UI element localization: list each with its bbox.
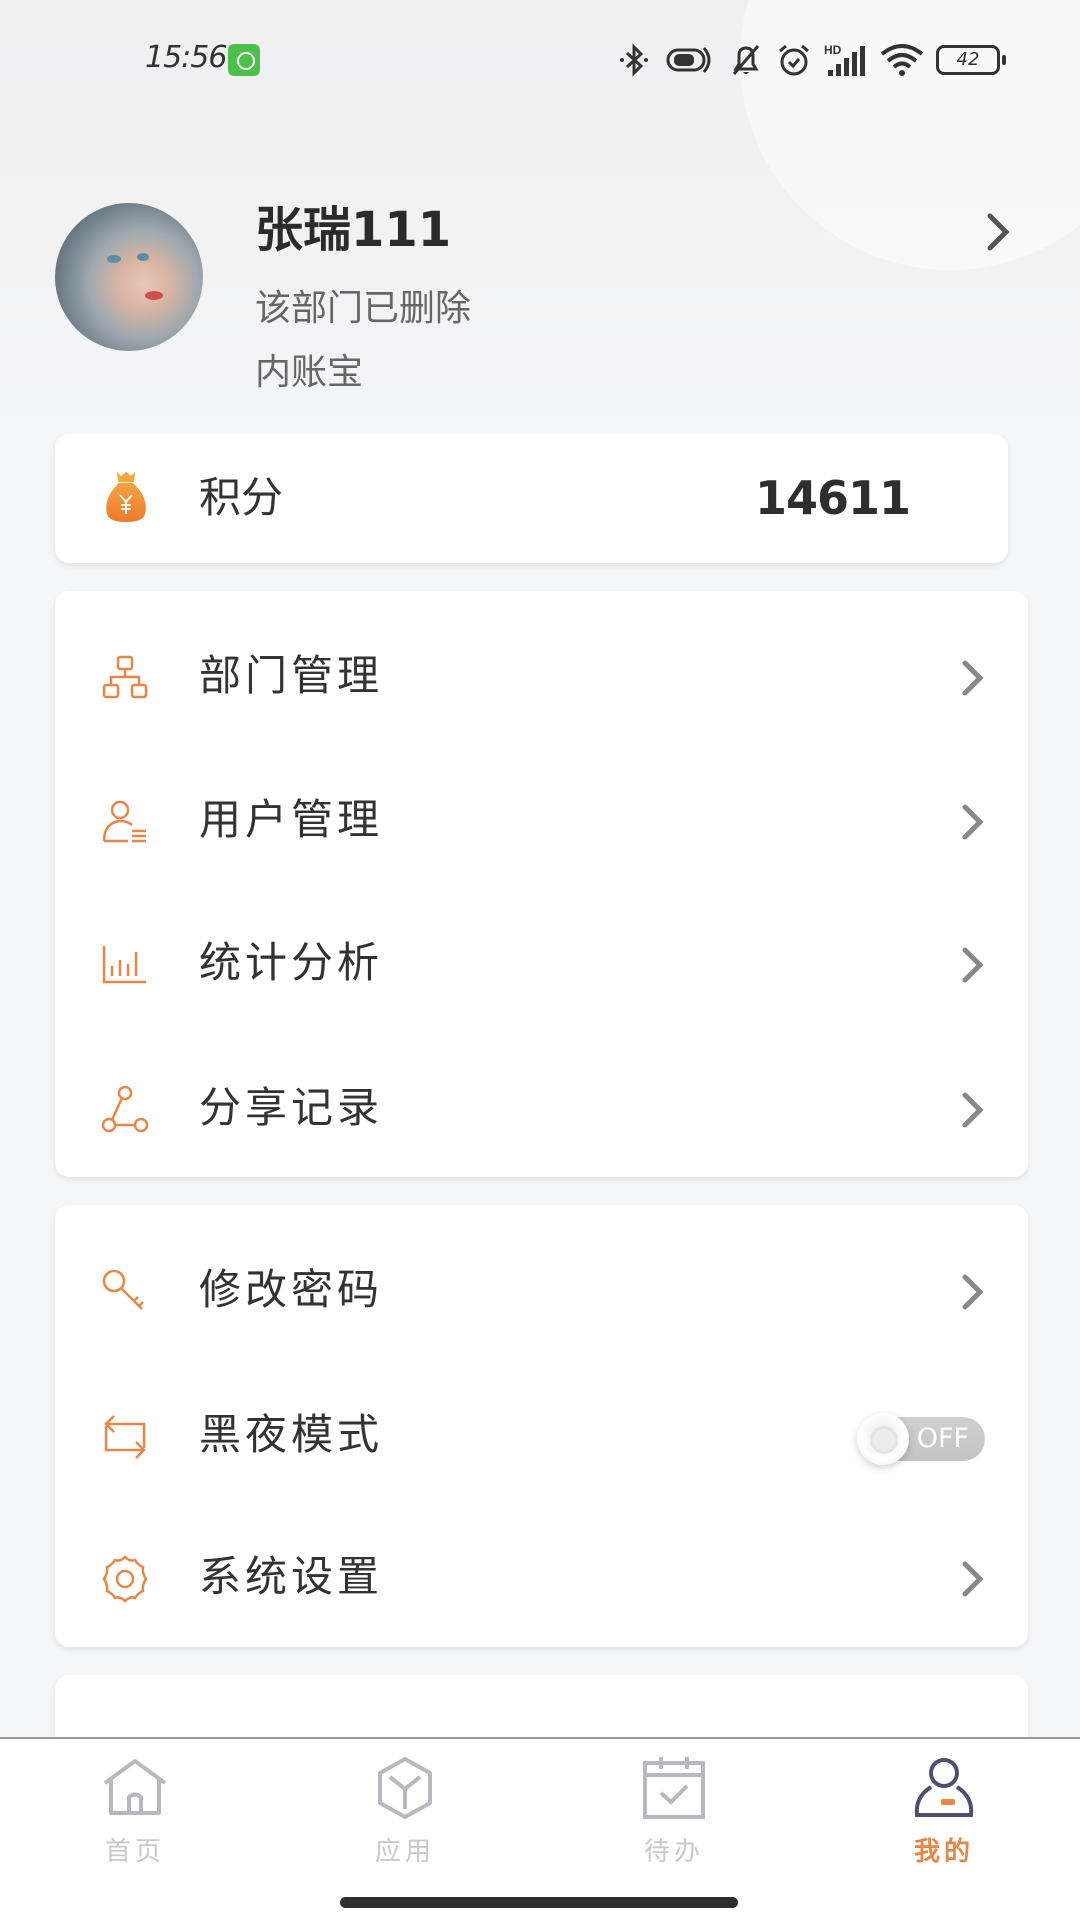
apps-icon xyxy=(378,1757,432,1819)
menu-label: 分享记录 xyxy=(199,1083,384,1132)
tab-apps[interactable]: 应用 xyxy=(305,1739,505,1879)
key-icon xyxy=(102,1269,144,1310)
chevron-right-icon xyxy=(962,804,984,840)
management-menu: 部门管理 用户管理 统计分析 分享记录 xyxy=(55,591,1028,1177)
menu-item-dark-mode: 黑夜模式 OFF xyxy=(55,1375,1028,1495)
tab-mine[interactable]: 我的 xyxy=(844,1739,1044,1879)
points-value: 14611 xyxy=(755,471,911,525)
tab-home[interactable]: 首页 xyxy=(35,1739,235,1879)
menu-label: 用户管理 xyxy=(199,795,384,844)
battery-icon: 42 xyxy=(936,45,1006,75)
tab-label: 首页 xyxy=(104,1837,165,1867)
mute-icon xyxy=(732,45,760,75)
home-icon xyxy=(103,1759,167,1815)
status-bar: 15:56 HD 42 xyxy=(0,30,1080,90)
menu-item-statistics[interactable]: 统计分析 xyxy=(55,903,1028,1023)
svg-text:HD: HD xyxy=(824,43,842,57)
home-indicator[interactable] xyxy=(340,1897,738,1908)
settings-menu: 修改密码 黑夜模式 OFF 系统设置 xyxy=(55,1205,1028,1647)
user-company: 内账宝 xyxy=(255,352,364,393)
battery-level: 42 xyxy=(956,49,980,70)
profile-header[interactable]: 张瑞111 该部门已删除 内账宝 xyxy=(0,200,1080,400)
bar-chart-icon xyxy=(102,946,146,984)
menu-label: 修改密码 xyxy=(199,1265,384,1314)
chevron-right-icon xyxy=(962,660,984,696)
user-icon xyxy=(914,1758,974,1817)
chevron-right-icon xyxy=(962,947,984,983)
menu-item-department-management[interactable]: 部门管理 xyxy=(55,616,1028,736)
money-bag-icon xyxy=(106,472,146,522)
switch-icon xyxy=(104,1415,146,1459)
toggle-state: OFF xyxy=(916,1423,969,1454)
share-icon xyxy=(101,1085,149,1133)
menu-item-share-records[interactable]: 分享记录 xyxy=(55,1048,1028,1168)
chevron-right-icon[interactable] xyxy=(980,212,1016,252)
signal-icon: HD xyxy=(824,43,865,76)
menu-item-user-management[interactable]: 用户管理 xyxy=(55,760,1028,880)
alarm-icon xyxy=(779,44,809,76)
user-name: 张瑞111 xyxy=(255,202,452,258)
calendar-check-icon xyxy=(643,1757,705,1819)
bluetooth-icon xyxy=(620,43,648,77)
dark-mode-toggle[interactable]: OFF xyxy=(857,1413,985,1465)
menu-label: 部门管理 xyxy=(199,651,384,700)
user-department: 该部门已删除 xyxy=(255,288,472,329)
wifi-icon xyxy=(880,44,924,76)
chevron-right-icon xyxy=(962,1274,984,1310)
points-card[interactable]: 积分 14611 xyxy=(55,434,1008,563)
status-icons: HD 42 xyxy=(616,40,1006,80)
app-notification-icon xyxy=(228,44,260,76)
org-chart-icon xyxy=(102,655,148,699)
tab-label: 我的 xyxy=(913,1837,974,1867)
menu-label: 统计分析 xyxy=(199,938,384,987)
chevron-right-icon xyxy=(962,1092,984,1128)
tab-todo[interactable]: 待办 xyxy=(574,1739,774,1879)
menu-label: 黑夜模式 xyxy=(199,1410,384,1459)
menu-label: 系统设置 xyxy=(199,1552,384,1601)
bottom-tab-bar: 首页 应用 待办 我的 xyxy=(0,1737,1080,1920)
tab-label: 应用 xyxy=(374,1837,435,1867)
nfc-icon xyxy=(666,47,711,73)
chevron-right-icon xyxy=(962,1561,984,1597)
toggle-knob[interactable] xyxy=(857,1413,909,1465)
status-time: 15:56 xyxy=(145,40,227,75)
user-list-icon xyxy=(102,800,146,843)
menu-item-change-password[interactable]: 修改密码 xyxy=(55,1230,1028,1350)
avatar[interactable] xyxy=(55,203,203,351)
points-label: 积分 xyxy=(199,473,284,522)
gear-icon xyxy=(102,1555,148,1603)
menu-item-system-settings[interactable]: 系统设置 xyxy=(55,1517,1028,1637)
tab-label: 待办 xyxy=(643,1837,704,1867)
